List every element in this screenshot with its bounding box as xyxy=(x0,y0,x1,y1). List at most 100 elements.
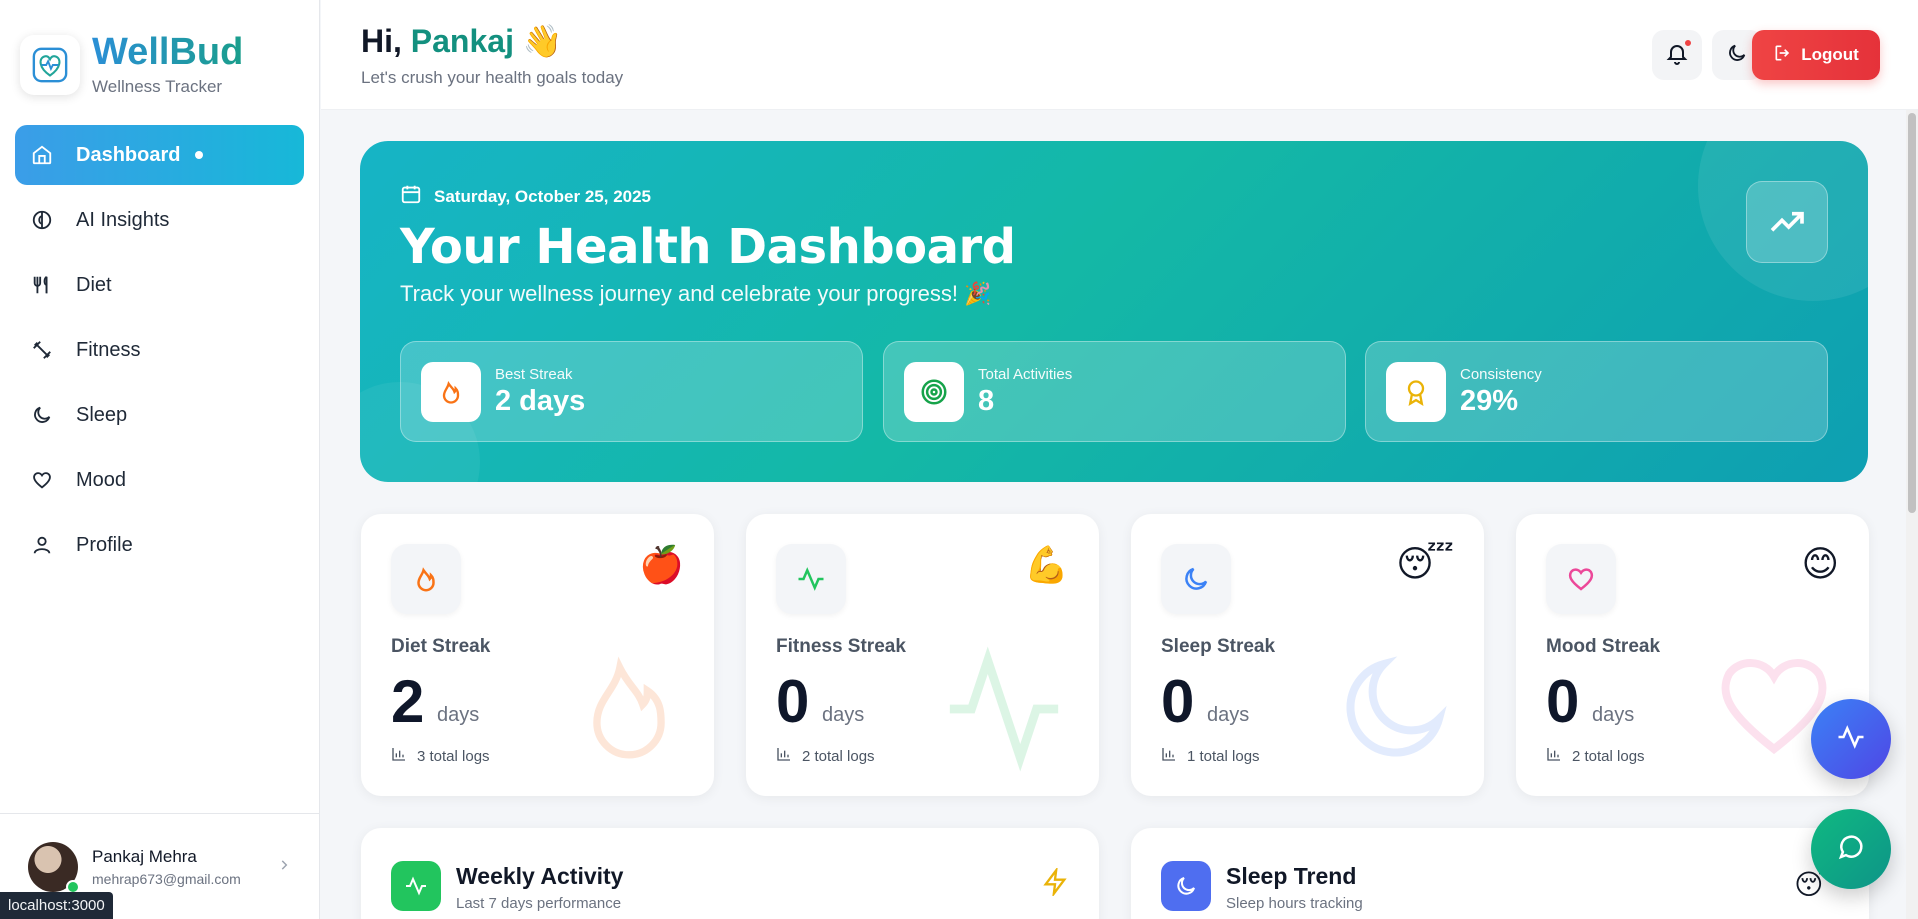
bar-chart-icon xyxy=(776,746,802,766)
stat-value: 2 days xyxy=(495,384,586,417)
health-dashboard-hero: Saturday, October 25, 2025 Your Health D… xyxy=(360,141,1868,482)
sidebar-item-label: Profile xyxy=(76,533,133,556)
panel-title: Weekly Activity xyxy=(456,863,624,889)
flame-icon xyxy=(574,644,684,779)
chevron-right-icon xyxy=(277,856,291,877)
flame-icon xyxy=(421,361,481,422)
calendar-icon xyxy=(400,183,434,210)
stat-value: 29% xyxy=(1460,384,1519,417)
notification-badge xyxy=(1683,38,1693,48)
card-title: Sleep Streak xyxy=(1161,636,1276,657)
sidebar-item-mood[interactable]: Mood xyxy=(15,450,304,510)
greeting-name: Pankaj xyxy=(410,23,514,59)
quick-activity-button[interactable] xyxy=(1811,699,1891,779)
notifications-button[interactable] xyxy=(1652,30,1702,80)
sidebar-item-label: Sleep xyxy=(76,403,128,426)
status-bar-url: localhost:3000 xyxy=(0,892,113,919)
wave-emoji: 👋 xyxy=(522,22,563,60)
brand-title: WellBud xyxy=(92,31,244,73)
stat-label: Consistency xyxy=(1460,365,1542,383)
bar-chart-icon xyxy=(1161,746,1187,766)
hero-title: Your Health Dashboard xyxy=(400,219,1016,275)
chat-bubble-icon xyxy=(1836,832,1866,867)
lightning-icon xyxy=(1041,866,1069,901)
stat-value: 8 xyxy=(978,384,995,417)
logout-button[interactable]: Logout xyxy=(1752,30,1880,80)
brand[interactable]: WellBud Wellness Tracker xyxy=(0,0,319,110)
avatar xyxy=(28,841,80,894)
sleep-streak-card[interactable]: 😴 Sleep Streak 0 days 1 total logs xyxy=(1131,514,1484,796)
greeting-hi: Hi, xyxy=(361,23,402,59)
panel-subtitle: Sleep hours tracking xyxy=(1226,895,1363,912)
sidebar-item-label: Fitness xyxy=(76,338,141,361)
hero-subtitle: Track your wellness journey and celebrat… xyxy=(400,281,992,306)
panel-subtitle: Last 7 days performance xyxy=(456,895,622,912)
greeting-subtitle: Let's crush your health goals today xyxy=(361,68,624,87)
card-title: Mood Streak xyxy=(1546,636,1661,657)
active-indicator xyxy=(195,151,204,159)
moon-icon xyxy=(30,403,54,427)
user-email: mehrap673@gmail.com xyxy=(92,870,241,887)
logs-text: 3 total logs xyxy=(417,747,490,765)
streak-value: 0 xyxy=(1546,668,1580,735)
user-icon xyxy=(30,533,54,557)
sidebar-item-label: Diet xyxy=(76,273,112,296)
brain-icon xyxy=(30,208,54,232)
total-logs: 2 total logs xyxy=(1546,746,1645,766)
streak-unit: days xyxy=(1592,704,1635,726)
sidebar: WellBud Wellness Tracker Dashboard AI In… xyxy=(0,0,320,919)
smiling-face-emoji: 😊 xyxy=(1801,544,1839,585)
award-icon xyxy=(1386,361,1446,422)
utensils-icon xyxy=(30,273,54,297)
stat-label: Total Activities xyxy=(978,365,1073,383)
sleeping-face-emoji: 😴 xyxy=(1396,544,1454,585)
weekly-activity-panel: Weekly Activity Last 7 days performance xyxy=(361,828,1099,919)
user-name: Pankaj Mehra xyxy=(92,846,197,866)
logs-text: 2 total logs xyxy=(1572,747,1645,765)
panel-title: Sleep Trend xyxy=(1226,863,1357,889)
streak-value: 0 xyxy=(1161,668,1195,735)
date-text: Saturday, October 25, 2025 xyxy=(434,186,652,206)
apple-emoji: 🍎 xyxy=(639,545,684,586)
diet-streak-card[interactable]: 🍎 Diet Streak 2 days 3 total logs xyxy=(361,514,714,796)
sidebar-item-label: AI Insights xyxy=(76,208,170,231)
sidebar-item-dashboard[interactable]: Dashboard xyxy=(15,125,304,185)
sidebar-item-ai-insights[interactable]: AI Insights xyxy=(15,190,304,250)
scrollbar-thumb[interactable] xyxy=(1908,113,1916,513)
card-title: Fitness Streak xyxy=(776,636,906,657)
sidebar-item-diet[interactable]: Diet xyxy=(15,255,304,315)
streak-value: 0 xyxy=(776,668,810,735)
current-date: Saturday, October 25, 2025 xyxy=(400,183,651,210)
stat-total-activities: Total Activities 8 xyxy=(883,341,1346,442)
sidebar-item-fitness[interactable]: Fitness xyxy=(15,320,304,380)
bar-chart-icon xyxy=(1546,746,1572,766)
total-logs: 1 total logs xyxy=(1161,746,1260,766)
chat-button[interactable] xyxy=(1811,809,1891,889)
total-logs: 2 total logs xyxy=(776,746,875,766)
logs-text: 1 total logs xyxy=(1187,747,1260,765)
logout-icon xyxy=(1773,43,1801,68)
sidebar-nav: Dashboard AI Insights Diet Fitness Sleep… xyxy=(0,110,319,595)
moon-icon xyxy=(1161,861,1211,911)
streak-value: 2 xyxy=(391,668,425,735)
activity-icon xyxy=(391,861,441,911)
sidebar-item-sleep[interactable]: Sleep xyxy=(15,385,304,445)
heart-icon xyxy=(30,468,54,492)
stat-consistency: Consistency 29% xyxy=(1365,341,1828,442)
streak-unit: days xyxy=(822,704,865,726)
fitness-streak-card[interactable]: 💪 Fitness Streak 0 days 2 total logs xyxy=(746,514,1099,796)
target-icon xyxy=(904,361,964,422)
sidebar-item-label: Dashboard xyxy=(76,143,181,166)
total-logs: 3 total logs xyxy=(391,746,490,766)
activity-icon xyxy=(939,644,1069,779)
heart-icon xyxy=(1546,544,1616,614)
moon-icon xyxy=(1334,644,1454,779)
sidebar-item-profile[interactable]: Profile xyxy=(15,515,304,575)
stat-label: Best Streak xyxy=(495,365,573,383)
logo-icon xyxy=(20,35,80,95)
activity-icon xyxy=(1836,722,1866,757)
dumbbell-icon xyxy=(30,338,54,362)
streak-unit: days xyxy=(1207,704,1250,726)
flame-icon xyxy=(391,544,461,614)
logout-label: Logout xyxy=(1801,45,1859,64)
